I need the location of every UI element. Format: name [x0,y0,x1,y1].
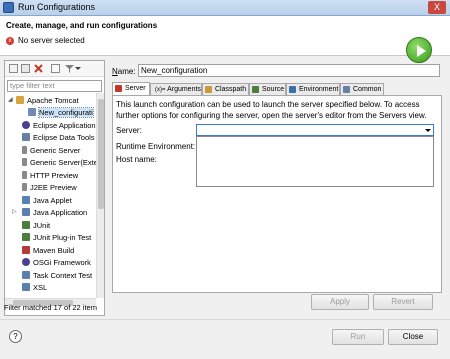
filter-icon[interactable] [65,64,74,73]
java-app-icon [22,208,30,216]
environment-tab-icon [289,86,296,93]
classpath-tab-icon [205,86,212,93]
tab-source[interactable]: Source [249,83,286,95]
server-select[interactable] [196,124,434,136]
tree-item-task-context-test[interactable]: Task Context Test [22,270,92,281]
tree-toolbar [5,61,104,77]
collapse-all-icon[interactable] [51,64,60,73]
apply-button[interactable]: Apply [311,294,369,310]
generic-server-icon [22,158,27,166]
tree-item-http-preview[interactable]: HTTP Preview [22,170,78,181]
xsl-icon [22,283,30,291]
common-tab-icon [343,86,350,93]
window-close-button[interactable]: X [428,1,446,14]
footer-divider [0,319,450,320]
filter-status-text: Filter matched 17 of 22 item [4,303,97,312]
tab-environment[interactable]: Environment [286,83,340,95]
name-label: Name: [112,67,136,76]
filter-input[interactable]: type filter text [7,80,102,92]
tree-item-generic-server-external[interactable]: Generic Server(Exter [22,157,96,168]
tab-server[interactable]: Server [112,82,150,96]
tab-classpath[interactable]: Classpath [202,83,249,95]
delete-icon[interactable] [34,64,43,73]
help-icon[interactable]: ? [9,330,22,343]
junit-plugin-icon [22,233,30,241]
configuration-tree: ◢ Apache Tomcat New_configurati Eclipse … [5,95,96,295]
tree-item-eclipse-data-tools[interactable]: Eclipse Data Tools [22,132,95,143]
tree-item-generic-server[interactable]: Generic Server [22,145,80,156]
tree-item-new-configuration[interactable]: New_configurati [28,107,94,118]
configuration-tree-panel: type filter text ◢ Apache Tomcat New_con… [4,60,105,316]
new-configuration-icon[interactable] [9,64,18,73]
dialog-header: Create, manage, and run configurations x… [0,16,450,63]
tree-item-maven-build[interactable]: Maven Build [22,245,74,256]
task-context-icon [22,271,30,279]
data-tools-icon [22,133,30,141]
tree-item-j2ee-preview[interactable]: J2EE Preview [22,182,77,193]
tree-item-junit-plugin-test[interactable]: JUnit Plug-in Test [22,232,91,243]
generic-server-icon [22,146,27,154]
expand-arrow-icon[interactable]: ◢ [8,96,13,103]
tree-item-java-applet[interactable]: Java Applet [22,195,72,206]
duplicate-icon[interactable] [21,64,30,73]
name-field[interactable]: New_configuration [138,64,440,77]
tree-item-junit[interactable]: JUnit [22,220,50,231]
revert-button[interactable]: Revert [373,294,433,310]
error-message: No server selected [18,36,85,45]
server-config-icon [28,108,36,116]
tomcat-icon [16,96,24,104]
scrollbar-thumb[interactable] [98,99,104,209]
eclipse-icon [22,121,30,129]
source-tab-icon [252,86,259,93]
title-bar: Run Configurations X [0,0,450,16]
window-title: Run Configurations [18,2,96,12]
server-tab-content: This launch configuration can be used to… [112,95,442,293]
tree-item-eclipse-application[interactable]: Eclipse Application [22,120,96,131]
chevron-down-icon[interactable] [75,64,81,73]
junit-icon [22,221,30,229]
j2ee-preview-icon [22,183,27,191]
dialog-title: Create, manage, and run configurations [6,21,158,30]
osgi-icon [22,258,30,266]
launch-description: This launch configuration can be used to… [116,100,427,120]
collapsed-arrow-icon[interactable]: ▷ [12,208,17,215]
tab-arguments[interactable]: (x)= Arguments [150,83,202,95]
chevron-down-icon[interactable] [424,126,432,134]
http-preview-icon [22,171,27,179]
close-button[interactable]: Close [388,329,438,345]
java-applet-icon [22,196,30,204]
tree-vertical-scrollbar[interactable] [96,93,104,298]
tree-item-java-application[interactable]: Java Application [22,207,87,218]
runtime-environment-label: Runtime Environment: [116,142,196,151]
tree-item-apache-tomcat[interactable]: Apache Tomcat [16,95,79,106]
server-tab-icon [115,85,122,92]
server-label: Server: [116,126,142,135]
tab-bar: Server (x)= Arguments Classpath Source E… [112,82,442,96]
arguments-tab-icon: (x)= [155,87,166,93]
maven-icon [22,246,30,254]
tree-item-osgi-framework[interactable]: OSGi Framework [22,257,91,268]
eclipse-app-icon [3,2,14,13]
run-button[interactable]: Run [332,329,384,345]
host-name-label: Host name: [116,155,157,164]
configuration-editor: Name: New_configuration Server (x)= Argu… [110,60,443,316]
server-dropdown-list[interactable] [196,136,434,187]
tab-common[interactable]: Common [340,83,384,95]
tree-item-xsl[interactable]: XSL [22,282,47,293]
error-icon: x [6,37,14,45]
